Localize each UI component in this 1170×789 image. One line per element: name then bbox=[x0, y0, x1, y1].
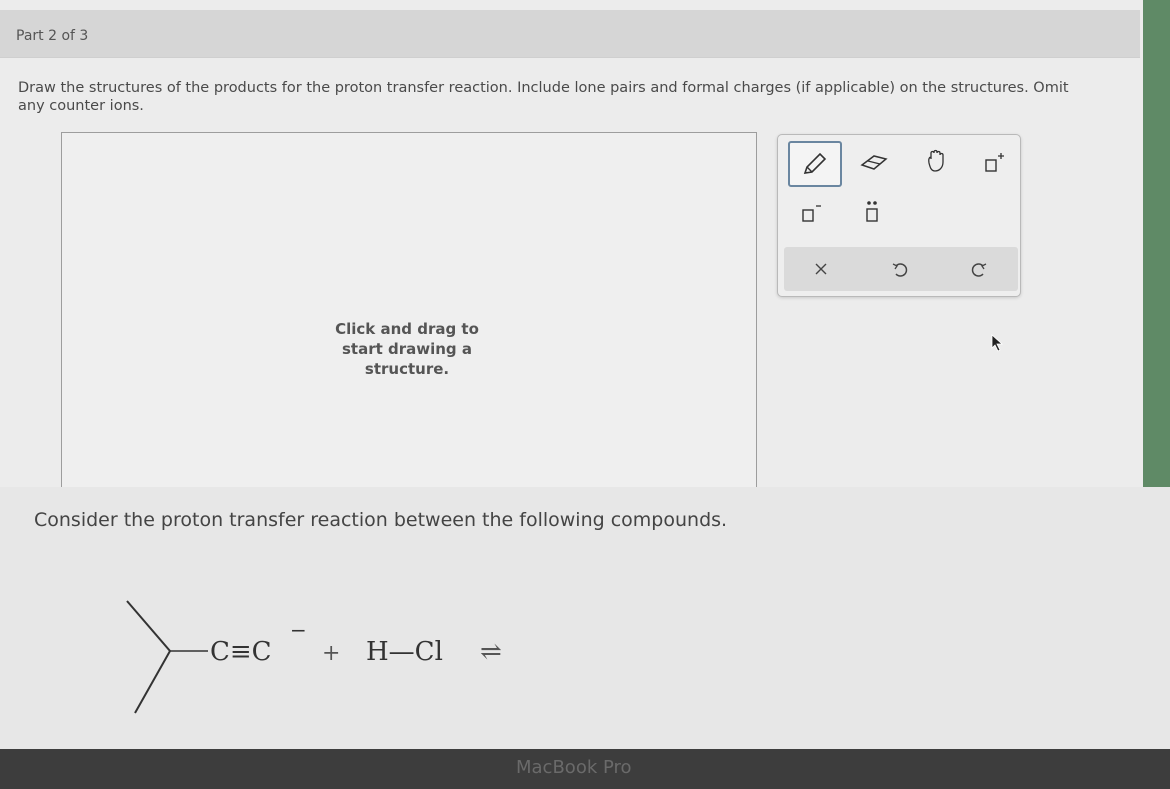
bezel-label: MacBook Pro bbox=[516, 757, 632, 778]
positive-charge-icon bbox=[985, 153, 1004, 172]
plus-sign: + bbox=[322, 641, 340, 666]
eraser-icon bbox=[860, 155, 888, 170]
pencil-tool-button[interactable] bbox=[788, 141, 842, 187]
reactant1-text: C≡C bbox=[210, 637, 272, 667]
reaction-scheme: C≡C − + H—Cl ⇌ bbox=[126, 600, 502, 714]
clear-icon bbox=[815, 263, 827, 275]
drawing-toolbar bbox=[777, 134, 1021, 297]
undo-button[interactable] bbox=[880, 251, 920, 287]
negative-charge-icon bbox=[802, 205, 821, 222]
question-panel: Consider the proton transfer reaction be… bbox=[0, 487, 1170, 749]
reactant2-text: H—Cl bbox=[366, 637, 443, 667]
positive-charge-tool-button[interactable] bbox=[974, 145, 1014, 181]
action-row bbox=[784, 247, 1018, 291]
negative-charge-tool-button[interactable] bbox=[790, 195, 830, 231]
isopropyl-bonds bbox=[126, 600, 172, 714]
laptop-bezel: MacBook Pro bbox=[0, 749, 1170, 789]
equilibrium-arrow: ⇌ bbox=[480, 637, 502, 667]
hand-icon bbox=[928, 149, 944, 172]
pencil-icon bbox=[803, 152, 827, 174]
reactant1-charge: − bbox=[290, 618, 307, 642]
redo-button[interactable] bbox=[959, 251, 999, 287]
clear-button[interactable] bbox=[801, 251, 841, 287]
part-header: Part 2 of 3 bbox=[0, 10, 1140, 58]
canvas-hint: Click and drag to start drawing a struct… bbox=[335, 320, 479, 378]
question-text: Consider the proton transfer reaction be… bbox=[34, 509, 728, 531]
redo-icon bbox=[971, 263, 987, 277]
undo-icon bbox=[892, 263, 908, 277]
lone-pair-tool-button[interactable] bbox=[852, 195, 892, 231]
lone-pair-icon bbox=[866, 201, 878, 222]
drawing-canvas[interactable]: Click and drag to start drawing a struct… bbox=[61, 132, 757, 513]
mouse-cursor-icon bbox=[991, 334, 1004, 352]
instructions-text: Draw the structures of the products for … bbox=[18, 80, 1069, 114]
hand-tool-button[interactable] bbox=[916, 143, 956, 179]
part-label: Part 2 of 3 bbox=[16, 28, 89, 44]
app-window: Part 2 of 3 Draw the structures of the p… bbox=[0, 0, 1143, 513]
eraser-tool-button[interactable] bbox=[854, 144, 894, 180]
